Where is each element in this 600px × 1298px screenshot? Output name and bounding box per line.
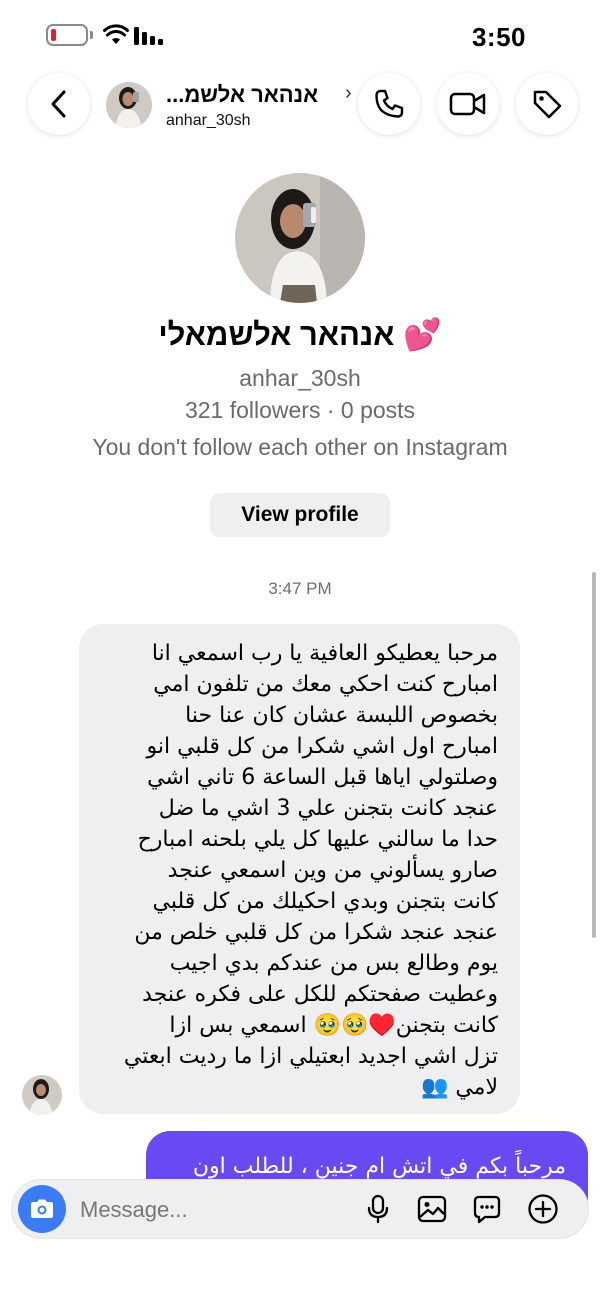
video-camera-icon bbox=[449, 92, 486, 116]
battery-icon bbox=[46, 24, 88, 46]
message-line: امبارح اول اشي شكرا من كل قلبي انو bbox=[146, 734, 499, 759]
back-button[interactable] bbox=[28, 73, 90, 135]
microphone-button[interactable] bbox=[362, 1193, 394, 1225]
header-name[interactable]: אנהאר אלשמ... bbox=[166, 82, 346, 108]
sticker-icon bbox=[473, 1195, 501, 1224]
message-timestamp: 3:47 PM bbox=[268, 579, 332, 598]
chevron-left-icon bbox=[51, 90, 66, 118]
microphone-icon bbox=[367, 1194, 389, 1224]
message-line: صارو يسألوني من وين اسمعي عنجد bbox=[167, 858, 498, 883]
message-line: كانت بتجنن وبدي احكيلك من كل قلبي bbox=[152, 889, 499, 914]
camera-icon bbox=[31, 1199, 53, 1218]
message-line: لامي 👥 bbox=[420, 1075, 498, 1100]
tag-icon bbox=[533, 90, 562, 119]
message-input[interactable] bbox=[78, 1192, 352, 1228]
message-line: عنجد كانت بتجنن علي 3 اشي ما ضل bbox=[158, 796, 498, 821]
outgoing-message-text: مرحباً بكم في اتش ام جنين ، للطلب اون bbox=[192, 1154, 566, 1179]
message-line: بخصوص اللبسة عشان كان عنا حنا bbox=[185, 703, 498, 728]
status-bar: 3:50 bbox=[0, 0, 600, 70]
profile-username: anhar_30sh bbox=[239, 365, 361, 391]
scrollbar[interactable] bbox=[592, 572, 596, 938]
message-line: وصلتولي اياها قبل الساعة 6 تاني اشي bbox=[147, 765, 498, 790]
message-line: امبارح كنت احكي معك من تلفون امي bbox=[153, 672, 498, 697]
tag-button[interactable] bbox=[516, 73, 578, 135]
message-line: تزل اشي اجديد ابعتيلي ازا ما رديت ابعتي bbox=[123, 1044, 498, 1069]
follow-status: You don't follow each other on Instagram bbox=[92, 434, 508, 460]
chevron-right-icon: › bbox=[345, 82, 352, 104]
message-line: وعطيت صفحتكم للكل على فكره عنجد bbox=[142, 982, 498, 1007]
gallery-button[interactable] bbox=[416, 1193, 448, 1225]
battery-tip bbox=[90, 31, 93, 39]
signal-icon bbox=[134, 27, 163, 45]
image-icon bbox=[417, 1195, 447, 1223]
sender-avatar[interactable] bbox=[22, 1075, 62, 1115]
status-time: 3:50 bbox=[471, 22, 526, 52]
view-profile-button[interactable]: View profile bbox=[210, 493, 390, 537]
message-composer bbox=[12, 1180, 588, 1238]
message-line: كانت بتجنن♥️🥹🥹 اسمعي بس ازا bbox=[169, 1013, 498, 1038]
camera-button[interactable] bbox=[18, 1185, 66, 1233]
message-line: حدا ما سالني عليها كل يلي بلحنه امبارح bbox=[137, 827, 498, 852]
profile-name: אנהאר אלשמאלי 💕 bbox=[158, 317, 442, 352]
message-line: مرحبا يعطيكو العافية يا رب اسمعي انا bbox=[151, 641, 498, 666]
add-button[interactable] bbox=[527, 1193, 559, 1225]
sticker-button[interactable] bbox=[471, 1193, 503, 1225]
header-username[interactable]: anhar_30sh bbox=[166, 112, 251, 130]
wifi-icon bbox=[103, 24, 129, 44]
plus-circle-icon bbox=[528, 1194, 558, 1224]
voice-call-button[interactable] bbox=[358, 73, 420, 135]
profile-avatar[interactable] bbox=[235, 173, 365, 303]
message-line: يوم وطالع بس من عندكم بدي اجيب bbox=[169, 951, 498, 976]
phone-icon bbox=[375, 89, 404, 118]
video-call-button[interactable] bbox=[437, 73, 499, 135]
message-line: عنجد عنجد شكرا من كل قلبي خلص من bbox=[134, 920, 498, 945]
header-avatar[interactable] bbox=[106, 82, 152, 128]
profile-stats: 321 followers · 0 posts bbox=[184, 397, 416, 423]
incoming-message-bubble[interactable]: مرحبا يعطيكو العافية يا رب اسمعي انا امب… bbox=[79, 624, 520, 1114]
